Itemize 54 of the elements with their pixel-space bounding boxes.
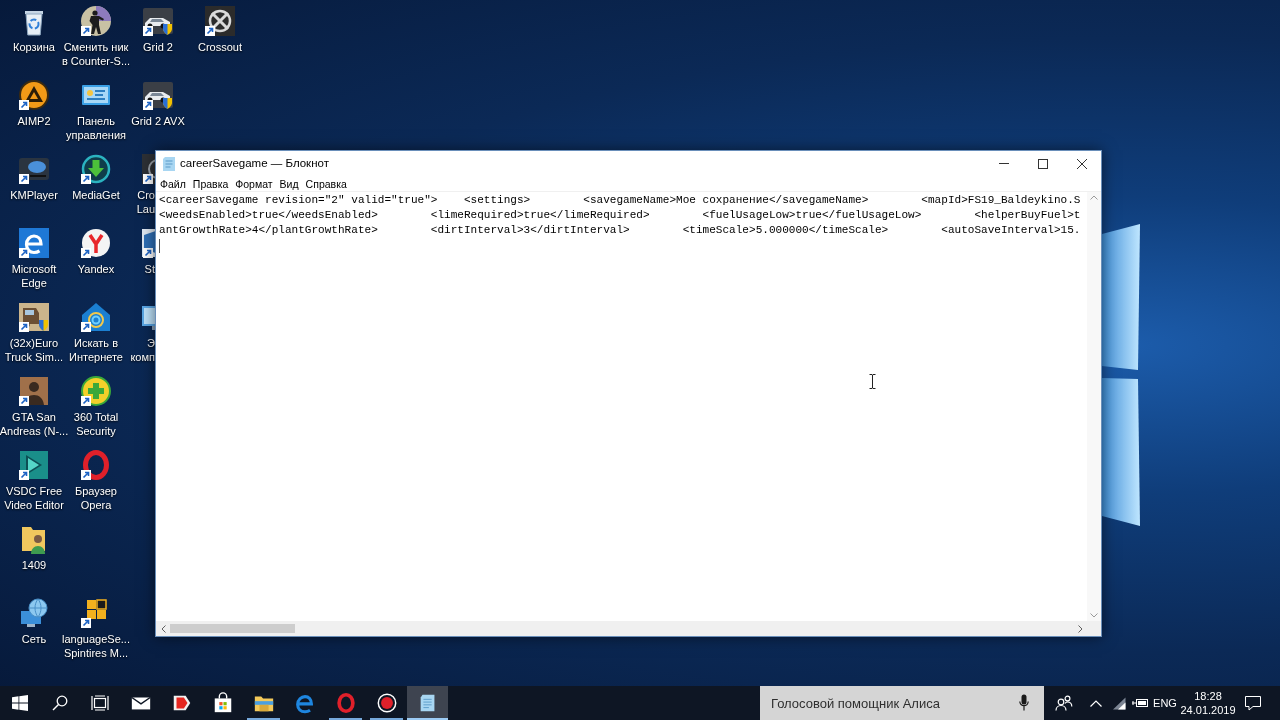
text-line: <weedsEnabled>true</weedsEnabled> <limeRequired>true</limeRequired> <fuelUsageLow>true</fuelUsageLow> <helperBuyFuel>t <box>159 208 1081 223</box>
maximize-icon <box>1037 158 1048 169</box>
desktop-shortcut[interactable]: Crossout <box>198 0 242 54</box>
desktop-shortcut[interactable]: VSDC Free Video Editor <box>0 444 69 512</box>
scrollbar-corner <box>1087 621 1101 636</box>
battery-icon <box>1132 698 1148 708</box>
search-icon <box>52 695 68 711</box>
text-line: <careerSavegame revision="2" valid="true"> <settings> <savegameName>Мое сохранение</savegameName> <mapId>FS19_Baldeykino.S <box>159 193 1081 208</box>
text-cursor-icon <box>869 374 876 389</box>
minimize-icon <box>998 163 1009 164</box>
notification-icon <box>1245 695 1261 711</box>
desktop-shortcut[interactable]: Grid 2 <box>142 0 174 54</box>
close-icon <box>1076 158 1087 169</box>
window-title: careerSavegame — Блокнот <box>180 155 329 171</box>
desktop-shortcut[interactable]: 1409 <box>18 518 50 572</box>
desktop-shortcut[interactable]: Сеть <box>18 592 50 646</box>
vertical-scrollbar[interactable] <box>1087 192 1101 621</box>
desktop-shortcut[interactable]: KMPlayer <box>10 148 58 202</box>
task-view-icon <box>91 695 109 711</box>
chevron-up-icon <box>1090 699 1102 707</box>
text-line: antGrowthRate>4</plantGrowthRate> <dirtInterval>3</dirtInterval> <timeScale>5.000000</timeScale> <autoSaveInterval>15. <box>159 223 1081 238</box>
menu-item[interactable]: Справка <box>305 176 347 191</box>
start-menu-icon <box>12 695 28 711</box>
people-icon <box>1055 695 1073 711</box>
scroll-thumb[interactable] <box>170 624 295 633</box>
record-icon <box>375 692 398 714</box>
desktop-shortcut[interactable]: Сменить ник в Counter-S... <box>61 0 131 68</box>
desktop-shortcut[interactable]: Yandex <box>77 222 115 276</box>
desktop-shortcut[interactable]: Microsoft Edge <box>0 222 69 290</box>
clock[interactable]: 18:28 24.01.2019 <box>1180 686 1236 720</box>
menu-item[interactable]: Вид <box>279 176 299 191</box>
desktop-shortcut[interactable]: AIMP2 <box>17 74 51 128</box>
desktop-shortcut[interactable]: Grid 2 AVX <box>131 74 185 128</box>
e-logo-icon <box>293 692 316 714</box>
assistant-search-field[interactable]: Голосовой помощник Алиса <box>760 686 1044 720</box>
text-caret <box>159 239 160 253</box>
desktop-shortcut[interactable]: MediaGet <box>72 148 120 202</box>
scroll-right-icon <box>1077 624 1083 633</box>
scroll-up-icon <box>1090 195 1098 200</box>
menu-item[interactable]: Правка <box>192 176 229 191</box>
notepad-icon <box>163 156 175 171</box>
o-ring-icon <box>334 692 357 714</box>
desktop-shortcut[interactable]: Корзина <box>13 0 55 54</box>
menu-item[interactable]: Формат <box>235 176 273 191</box>
language-indicator[interactable]: ENG <box>1150 686 1180 720</box>
menu-item[interactable]: Файл <box>160 176 186 191</box>
desktop-shortcut[interactable]: Панель управления <box>61 74 131 142</box>
desktop-shortcut[interactable]: languageSe... Spintires M... <box>61 592 131 660</box>
microphone-icon <box>1019 694 1029 711</box>
scroll-left-icon <box>160 624 166 633</box>
signal-strength-icon <box>1111 696 1127 710</box>
taskbar-app-button[interactable] <box>407 686 448 720</box>
scroll-down-icon <box>1090 613 1098 618</box>
horizontal-scrollbar[interactable] <box>156 621 1087 636</box>
